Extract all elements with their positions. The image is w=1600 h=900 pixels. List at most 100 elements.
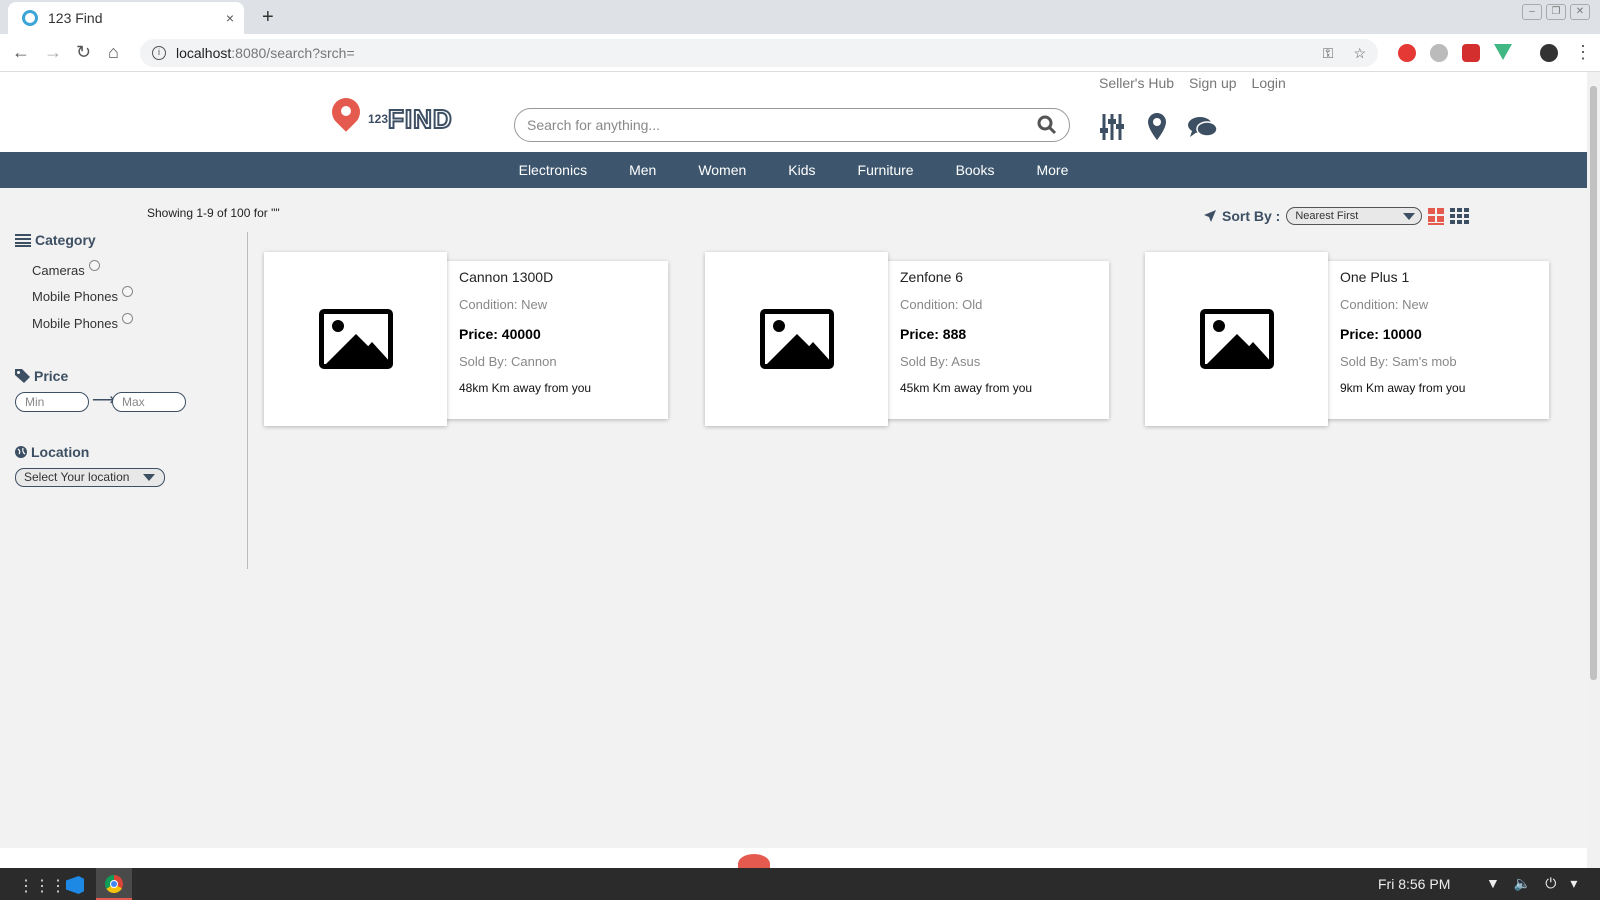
- image-placeholder-icon: [759, 309, 834, 369]
- product-card[interactable]: Zenfone 6 Condition: Old Price: 888 Sold…: [705, 252, 1109, 426]
- product-seller: Sold By: Asus: [900, 354, 981, 369]
- search-icon[interactable]: [1037, 115, 1057, 135]
- logo-pin-icon: [324, 92, 366, 140]
- browser-tabbar: 123 Find × + – ❐ ✕: [0, 0, 1600, 34]
- chrome-app-icon[interactable]: [96, 868, 132, 900]
- footer-logo: [738, 854, 770, 868]
- product-info: Cannon 1300D Condition: New Price: 40000…: [444, 261, 668, 419]
- nav-electronics[interactable]: Electronics: [498, 152, 608, 188]
- browser-menu-icon[interactable]: ⋮: [1574, 42, 1592, 63]
- category-title: Category: [35, 232, 96, 248]
- sort-select[interactable]: Nearest First: [1286, 207, 1423, 225]
- product-image[interactable]: [705, 252, 888, 426]
- extension-pdf-icon[interactable]: [1462, 44, 1480, 62]
- category-option-cameras[interactable]: Cameras: [32, 260, 100, 278]
- minimize-button[interactable]: –: [1522, 4, 1542, 20]
- system-tray[interactable]: ▼ 🔈 ⏻ ▾: [1486, 875, 1577, 892]
- profile-avatar[interactable]: [1540, 44, 1558, 62]
- site-logo[interactable]: 123 FIND: [324, 92, 453, 140]
- nav-kids[interactable]: Kids: [767, 152, 836, 188]
- extension-adblock-icon[interactable]: [1398, 44, 1416, 62]
- product-name[interactable]: Cannon 1300D: [459, 269, 668, 297]
- nav-more[interactable]: More: [1015, 152, 1089, 188]
- location-heading: Location: [15, 444, 89, 460]
- scrollbar-thumb[interactable]: [1590, 86, 1597, 680]
- nav-furniture[interactable]: Furniture: [837, 152, 935, 188]
- product-price: Price: 10000: [1340, 326, 1422, 342]
- nav-women[interactable]: Women: [677, 152, 767, 188]
- wifi-icon[interactable]: ▼: [1486, 875, 1500, 892]
- home-icon[interactable]: ⌂: [108, 42, 119, 63]
- chevron-down-icon: [143, 474, 155, 481]
- back-icon[interactable]: ←: [12, 42, 30, 63]
- forward-icon[interactable]: →: [44, 42, 62, 63]
- nav-men[interactable]: Men: [608, 152, 677, 188]
- category-radio[interactable]: [122, 313, 133, 324]
- map-pin-icon[interactable]: [1148, 113, 1166, 140]
- search-box: [514, 108, 1070, 142]
- key-icon[interactable]: ⚿: [1323, 45, 1334, 62]
- site-footer: [0, 848, 1587, 868]
- tab-close-button[interactable]: ×: [226, 10, 234, 26]
- location-value: Select Your location: [24, 470, 130, 484]
- category-navbar: Electronics Men Women Kids Furniture Boo…: [0, 152, 1587, 188]
- product-name[interactable]: Zenfone 6: [900, 269, 1109, 297]
- product-image[interactable]: [1145, 252, 1328, 426]
- category-option-mobile-phones-2[interactable]: Mobile Phones: [32, 313, 133, 331]
- product-name[interactable]: One Plus 1: [1340, 269, 1549, 297]
- image-placeholder-icon: [318, 309, 393, 369]
- extension-vue-icon[interactable]: [1494, 44, 1512, 60]
- new-tab-button[interactable]: +: [262, 6, 274, 29]
- tab-title: 123 Find: [48, 10, 103, 26]
- os-taskbar: ⋮⋮⋮ Fri 8:56 PM ▼ 🔈 ⏻ ▾: [0, 868, 1600, 900]
- chat-icon[interactable]: [1188, 116, 1218, 138]
- nav-books[interactable]: Books: [935, 152, 1016, 188]
- category-radio[interactable]: [122, 286, 133, 297]
- window-controls: – ❐ ✕: [1522, 4, 1590, 20]
- product-distance: 45km Km away from you: [900, 381, 1033, 395]
- globe-icon: [15, 446, 27, 458]
- sort-value: Nearest First: [1295, 210, 1359, 222]
- site-header: Seller's Hub Sign up Login 123 FIND: [0, 72, 1587, 152]
- browser-tab[interactable]: 123 Find ×: [8, 2, 244, 34]
- price-min-input[interactable]: Min: [15, 392, 89, 412]
- product-price: Price: 888: [900, 326, 967, 342]
- reload-icon[interactable]: ↻: [76, 42, 91, 63]
- address-bar[interactable]: i localhost :8080/search?srch= ⚿ ☆: [140, 39, 1378, 67]
- product-seller: Sold By: Cannon: [459, 354, 557, 369]
- category-radio[interactable]: [88, 260, 100, 271]
- volume-icon[interactable]: 🔈: [1514, 875, 1531, 892]
- app-grid-icon[interactable]: ⋮⋮⋮: [18, 876, 66, 896]
- power-icon[interactable]: ⏻: [1545, 875, 1556, 892]
- vscode-app-icon[interactable]: [66, 876, 84, 894]
- product-distance: 48km Km away from you: [459, 381, 592, 395]
- grid-view-icon[interactable]: [1428, 207, 1445, 225]
- restore-button[interactable]: ❐: [1546, 4, 1566, 20]
- category-option-mobile-phones[interactable]: Mobile Phones: [32, 286, 133, 304]
- sign-up-link[interactable]: Sign up: [1189, 75, 1236, 91]
- list-icon: [15, 233, 31, 247]
- close-window-button[interactable]: ✕: [1570, 4, 1590, 20]
- clock[interactable]: Fri 8:56 PM: [1378, 876, 1450, 892]
- filter-icon[interactable]: [1100, 114, 1124, 140]
- location-select[interactable]: Select Your location: [15, 468, 165, 487]
- extension-ghost-icon[interactable]: [1430, 44, 1448, 62]
- page-scrollbar[interactable]: [1587, 72, 1600, 868]
- bookmark-star-icon[interactable]: ☆: [1353, 45, 1366, 62]
- product-image[interactable]: [264, 252, 447, 426]
- url-host: localhost: [176, 45, 232, 61]
- tab-favicon-icon: [22, 10, 38, 26]
- login-link[interactable]: Login: [1252, 75, 1286, 91]
- site-info-icon[interactable]: i: [152, 46, 166, 60]
- product-card[interactable]: One Plus 1 Condition: New Price: 10000 S…: [1145, 252, 1549, 426]
- price-title: Price: [34, 368, 69, 384]
- category-label: Cameras: [32, 263, 85, 278]
- results-count: Showing 1-9 of 100 for "": [147, 206, 280, 220]
- filter-sidebar: Category Cameras Mobile Phones Mobile Ph…: [0, 232, 248, 569]
- search-input[interactable]: [527, 117, 1037, 133]
- price-max-input[interactable]: Max: [112, 392, 186, 412]
- compact-grid-icon[interactable]: [1450, 208, 1470, 224]
- chevron-down-icon[interactable]: ▾: [1570, 875, 1577, 892]
- product-card[interactable]: Cannon 1300D Condition: New Price: 40000…: [264, 252, 668, 426]
- sellers-hub-link[interactable]: Seller's Hub: [1099, 75, 1174, 91]
